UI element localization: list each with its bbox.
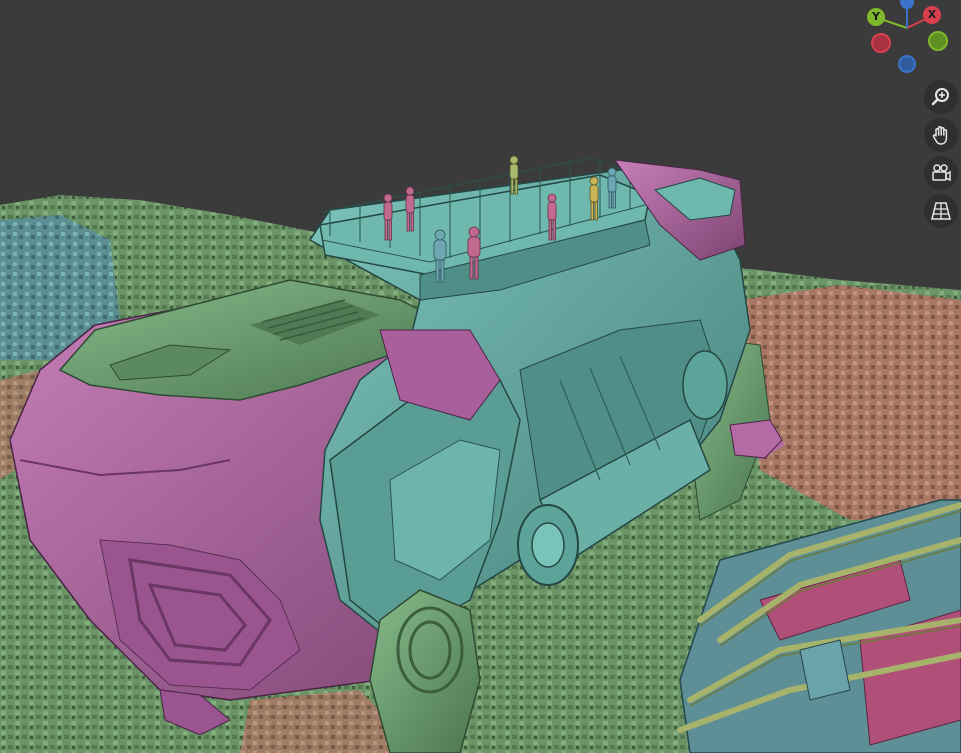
zoom-icon bbox=[931, 88, 949, 106]
zoom-button[interactable] bbox=[924, 80, 958, 114]
gizmo-x-label[interactable]: X bbox=[922, 5, 942, 25]
gizmo-y-label[interactable]: Y bbox=[866, 7, 886, 27]
grid-perspective-icon bbox=[931, 202, 951, 220]
navigation-gizmo[interactable]: Y X bbox=[858, 0, 958, 78]
hand-icon bbox=[932, 126, 948, 145]
perspective-toggle-button[interactable] bbox=[924, 194, 958, 228]
pan-button[interactable] bbox=[924, 118, 958, 152]
camera-icon bbox=[932, 164, 951, 182]
camera-view-button[interactable] bbox=[924, 156, 958, 190]
3d-viewport[interactable]: Y X bbox=[0, 0, 961, 753]
scene-render[interactable] bbox=[0, 0, 961, 753]
